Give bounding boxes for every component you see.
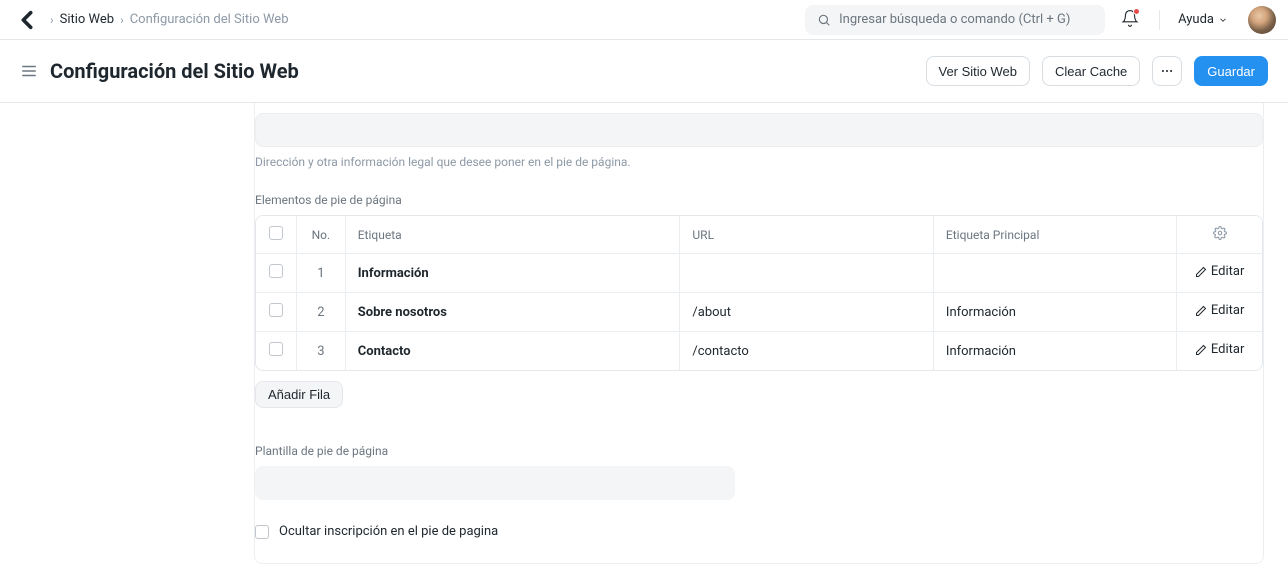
edit-icon xyxy=(1195,305,1207,317)
search-icon xyxy=(817,13,831,27)
footer-items-table: No. Etiqueta URL Etiqueta Principal xyxy=(255,215,1263,371)
row-no: 3 xyxy=(297,332,346,371)
search-placeholder: Ingresar búsqueda o comando (Ctrl + G) xyxy=(839,12,1070,27)
app-logo[interactable] xyxy=(12,9,42,31)
content-area: Dirección y otra información legal que d… xyxy=(0,103,1288,588)
row-parent[interactable]: Información xyxy=(933,332,1176,371)
row-label[interactable]: Sobre nosotros xyxy=(345,293,680,332)
help-label: Ayuda xyxy=(1178,12,1214,27)
column-no: No. xyxy=(297,216,346,254)
notifications-button[interactable] xyxy=(1121,9,1139,31)
edit-row-button[interactable]: Editar xyxy=(1195,264,1245,279)
footer-template-label: Plantilla de pie de página xyxy=(255,444,1263,458)
row-no: 1 xyxy=(297,254,346,293)
address-help-text: Dirección y otra información legal que d… xyxy=(255,155,1263,169)
breadcrumb-current: Configuración del Sitio Web xyxy=(130,12,289,27)
help-menu[interactable]: Ayuda xyxy=(1172,12,1234,27)
footer-items-label: Elementos de pie de página xyxy=(255,193,1263,207)
edit-row-button[interactable]: Editar xyxy=(1195,303,1245,318)
breadcrumb: › Sitio Web › Configuración del Sitio We… xyxy=(50,12,289,27)
clear-cache-button[interactable]: Clear Cache xyxy=(1042,56,1140,86)
hide-subscription-row: Ocultar inscripción en el pie de pagina xyxy=(255,524,1263,539)
page-title: Configuración del Sitio Web xyxy=(50,59,299,83)
column-parent: Etiqueta Principal xyxy=(933,216,1176,254)
row-checkbox[interactable] xyxy=(269,264,283,278)
row-label[interactable]: Contacto xyxy=(345,332,680,371)
search-input[interactable]: Ingresar búsqueda o comando (Ctrl + G) xyxy=(805,5,1105,35)
row-url[interactable] xyxy=(680,254,934,293)
menu-icon xyxy=(20,62,38,80)
edit-icon xyxy=(1195,266,1207,278)
add-row-button[interactable]: Añadir Fila xyxy=(255,381,343,408)
hide-subscription-label: Ocultar inscripción en el pie de pagina xyxy=(279,524,498,539)
page-header: Configuración del Sitio Web Ver Sitio We… xyxy=(0,40,1288,103)
more-icon xyxy=(1160,64,1174,78)
hide-subscription-checkbox[interactable] xyxy=(255,525,269,539)
table-row[interactable]: 2 Sobre nosotros /about Información Edit… xyxy=(256,293,1262,332)
edit-row-button[interactable]: Editar xyxy=(1195,342,1245,357)
table-header-row: No. Etiqueta URL Etiqueta Principal xyxy=(256,216,1262,254)
select-all-header xyxy=(256,216,297,254)
gear-icon xyxy=(1213,226,1227,240)
row-no: 2 xyxy=(297,293,346,332)
column-url: URL xyxy=(680,216,934,254)
row-label[interactable]: Información xyxy=(345,254,680,293)
topbar: › Sitio Web › Configuración del Sitio We… xyxy=(0,0,1288,40)
edit-label: Editar xyxy=(1211,303,1245,318)
more-button[interactable] xyxy=(1152,56,1182,86)
address-field[interactable] xyxy=(255,113,1263,147)
chevron-right-icon: › xyxy=(50,13,54,27)
column-settings[interactable] xyxy=(1177,216,1262,254)
row-parent[interactable] xyxy=(933,254,1176,293)
main-panel: Dirección y otra información legal que d… xyxy=(230,103,1288,588)
view-site-button[interactable]: Ver Sitio Web xyxy=(926,56,1031,86)
chevron-down-icon xyxy=(1218,15,1228,25)
left-gutter xyxy=(0,103,230,588)
edit-label: Editar xyxy=(1211,342,1245,357)
notification-dot-icon xyxy=(1133,8,1140,15)
avatar[interactable] xyxy=(1248,6,1276,34)
row-checkbox[interactable] xyxy=(269,303,283,317)
row-parent[interactable]: Información xyxy=(933,293,1176,332)
table-row[interactable]: 3 Contacto /contacto Información Editar xyxy=(256,332,1262,371)
sidebar-toggle[interactable] xyxy=(20,62,38,80)
divider xyxy=(1159,10,1160,30)
select-all-checkbox[interactable] xyxy=(269,226,283,240)
edit-icon xyxy=(1195,344,1207,356)
chevron-right-icon: › xyxy=(120,13,124,27)
breadcrumb-level1[interactable]: Sitio Web xyxy=(60,12,114,27)
row-url[interactable]: /about xyxy=(680,293,934,332)
table-row[interactable]: 1 Información Editar xyxy=(256,254,1262,293)
edit-label: Editar xyxy=(1211,264,1245,279)
footer-template-input[interactable] xyxy=(255,466,735,500)
column-label: Etiqueta xyxy=(345,216,680,254)
row-url[interactable]: /contacto xyxy=(680,332,934,371)
form-card: Dirección y otra información legal que d… xyxy=(254,103,1264,564)
row-checkbox[interactable] xyxy=(269,342,283,356)
save-button[interactable]: Guardar xyxy=(1194,56,1268,86)
